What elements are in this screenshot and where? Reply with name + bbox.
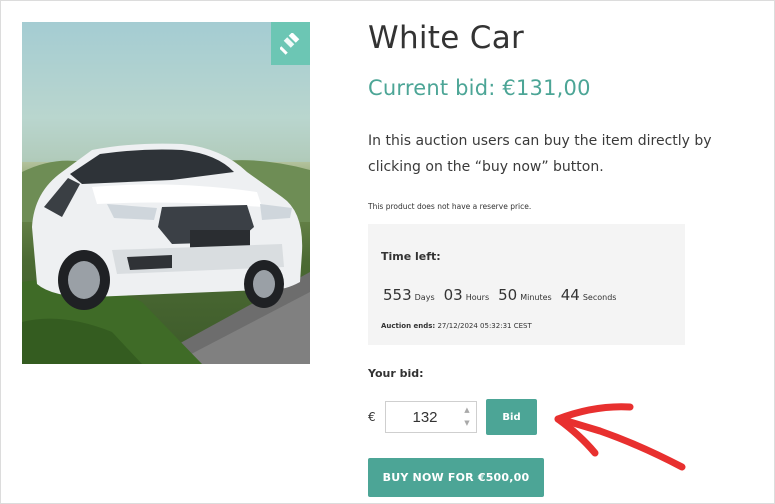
chevron-down-icon[interactable]: ▼ [464, 418, 469, 429]
auction-timer: Time left: 553 Days 03 Hours 50 Minutes … [368, 224, 685, 345]
car-photo-icon [22, 22, 310, 364]
current-bid: Current bid: €131,00 [368, 76, 591, 100]
your-bid-label: Your bid: [368, 367, 424, 380]
countdown-hours: 03 [443, 286, 463, 304]
auction-ends-label: Auction ends: [381, 322, 436, 330]
countdown: 553 Days 03 Hours 50 Minutes 44 Seconds [383, 286, 625, 304]
countdown-days-unit: Days [414, 293, 435, 302]
product-image [22, 22, 310, 364]
bid-button[interactable]: Bid [486, 399, 537, 435]
auction-badge [271, 22, 310, 65]
buy-now-button[interactable]: BUY NOW FOR €500,00 [368, 458, 544, 497]
red-arrow-icon [554, 403, 686, 471]
time-left-label: Time left: [381, 250, 441, 263]
countdown-seconds: 44 [560, 286, 580, 304]
countdown-days: 553 [383, 286, 412, 304]
auction-ends: Auction ends: 27/12/2024 05:32:31 CEST [381, 322, 532, 330]
countdown-hours-unit: Hours [465, 293, 490, 302]
product-title: White Car [368, 20, 525, 56]
gavel-icon [279, 32, 299, 55]
countdown-minutes: 50 [498, 286, 518, 304]
product-description: In this auction users can buy the item d… [368, 133, 712, 175]
auction-ends-value: 27/12/2024 05:32:31 CEST [437, 322, 532, 330]
currency-symbol: € [368, 410, 376, 424]
bid-input[interactable] [386, 402, 464, 432]
bid-input-field: ▲ ▼ [385, 401, 477, 433]
countdown-minutes-unit: Minutes [520, 293, 552, 302]
countdown-seconds-unit: Seconds [582, 293, 617, 302]
quantity-stepper[interactable]: ▲ ▼ [462, 405, 472, 429]
chevron-up-icon[interactable]: ▲ [464, 405, 469, 416]
reserve-note: This product does not have a reserve pri… [368, 202, 532, 211]
